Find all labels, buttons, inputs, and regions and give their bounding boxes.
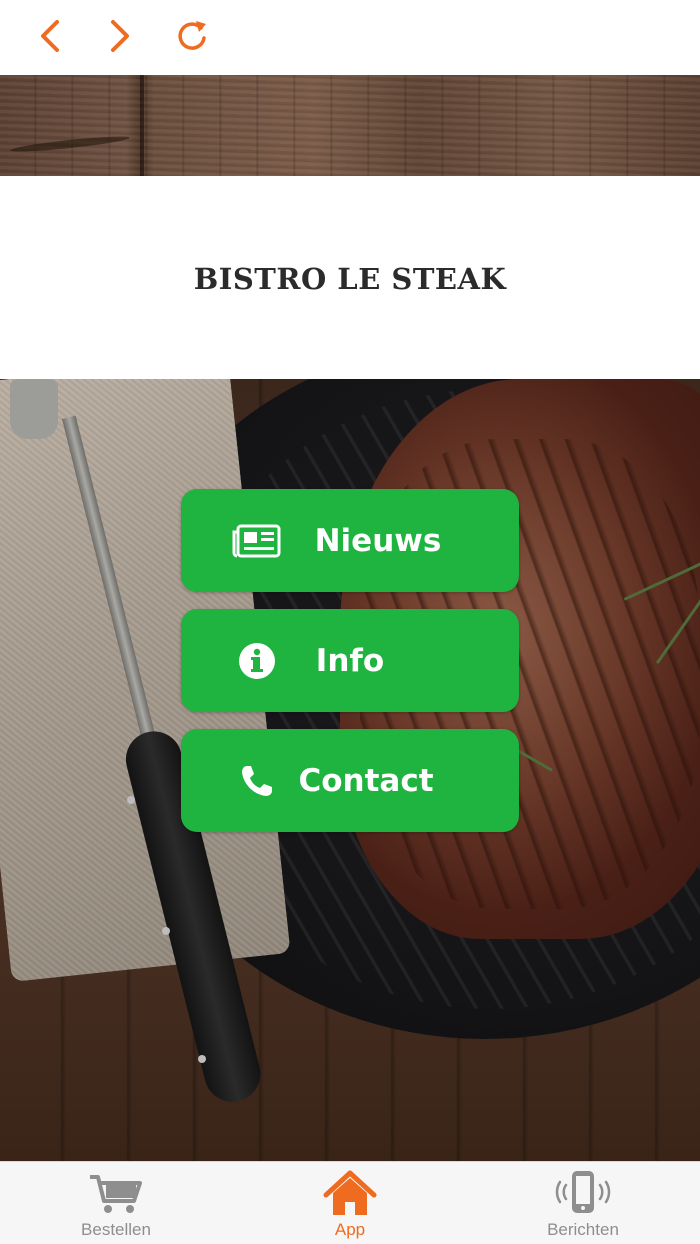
fork-head bbox=[10, 379, 58, 439]
reload-button[interactable] bbox=[170, 14, 214, 58]
reload-icon bbox=[178, 21, 206, 50]
tab-bestellen[interactable]: Bestellen bbox=[36, 1162, 196, 1244]
phone-vibrate-icon bbox=[555, 1168, 611, 1218]
tab-label: App bbox=[334, 1220, 366, 1239]
tab-label: Berichten bbox=[547, 1220, 619, 1239]
wood-seam bbox=[140, 75, 144, 176]
wood-banner-image bbox=[0, 75, 700, 176]
page-title: BISTRO LE STEAK bbox=[193, 261, 507, 296]
tab-berichten[interactable]: Berichten bbox=[503, 1162, 663, 1244]
tab-app[interactable]: App bbox=[270, 1162, 430, 1244]
tab-label: Bestellen bbox=[81, 1220, 151, 1239]
home-icon bbox=[322, 1168, 378, 1218]
forward-button[interactable] bbox=[98, 14, 142, 58]
chevron-right-icon bbox=[111, 20, 129, 52]
info-label: Info bbox=[315, 642, 385, 679]
browser-toolbar bbox=[0, 0, 700, 75]
title-section: BISTRO LE STEAK bbox=[0, 176, 700, 379]
nieuws-label: Nieuws bbox=[314, 522, 442, 559]
info-button[interactable]: Info bbox=[181, 609, 519, 712]
bottom-tab-bar: Bestellen App Berichten bbox=[0, 1161, 700, 1244]
nieuws-button[interactable]: Nieuws bbox=[181, 489, 519, 592]
back-button[interactable] bbox=[28, 14, 72, 58]
chevron-left-icon bbox=[41, 20, 59, 52]
contact-label: Contact bbox=[298, 762, 434, 799]
handle-rivet bbox=[162, 927, 170, 935]
handle-rivet bbox=[198, 1055, 206, 1063]
contact-button[interactable]: Contact bbox=[181, 729, 519, 832]
handle-rivet bbox=[127, 796, 135, 804]
cart-icon bbox=[88, 1168, 144, 1218]
